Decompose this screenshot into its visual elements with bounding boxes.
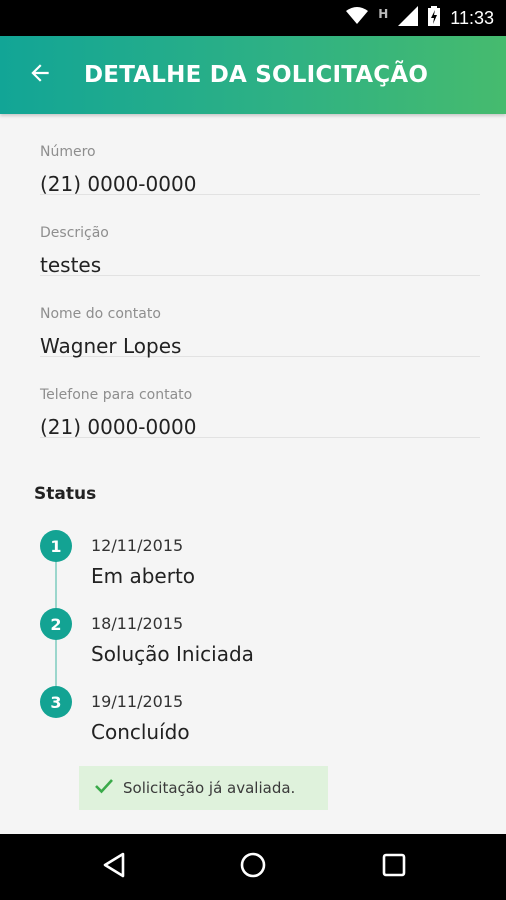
field-value: (21) 0000-0000 [40,172,197,196]
step-number-badge: 1 [40,530,72,562]
field-value: Wagner Lopes [40,334,182,358]
field-label: Número [40,144,96,160]
step-number-badge: 3 [40,686,72,718]
status-time: 11:33 [450,7,494,28]
arrow-back-icon [27,60,53,90]
step-description: Solução Iniciada [91,642,254,666]
check-icon [95,778,113,798]
step-number-badge: 2 [40,608,72,640]
back-button[interactable] [20,55,60,95]
battery-charging-icon [428,6,441,30]
field-value: testes [40,253,102,277]
wifi-icon [346,7,369,29]
step-date: 12/11/2015 [91,536,184,555]
nav-home-icon [239,851,267,883]
status-bar: H 11:33 [0,0,506,36]
h-network-icon: H [378,7,389,21]
field-label: Telefone para contato [40,387,193,403]
nav-home-button[interactable] [236,850,270,884]
request-detail: Número (21) 0000-0000 Descrição testes N… [0,114,506,834]
step-date: 19/11/2015 [91,692,184,711]
evaluation-text: Solicitação já avaliada. [123,779,296,797]
field-description: Descrição testes [40,195,480,277]
field-contact-phone: Telefone para contato (21) 0000-0000 [40,357,480,439]
nav-back-icon [101,851,127,883]
status-step: 2 18/11/2015 Solução Iniciada [40,608,460,678]
status-step: 1 12/11/2015 Em aberto [40,530,460,600]
page-title: DETALHE DA SOLICITAÇÃO [84,62,429,88]
field-number: Número (21) 0000-0000 [40,114,480,196]
nav-back-button[interactable] [97,850,131,884]
field-value: (21) 0000-0000 [40,415,197,439]
status-heading: Status [34,484,97,504]
field-contact-name: Nome do contato Wagner Lopes [40,276,480,358]
evaluation-notice: Solicitação já avaliada. [79,766,328,810]
nav-recent-button[interactable] [377,850,411,884]
signal-icon [398,6,419,30]
field-label: Nome do contato [40,306,161,322]
step-date: 18/11/2015 [91,614,184,633]
step-description: Em aberto [91,564,196,588]
nav-recent-icon [381,852,407,882]
system-nav-bar [0,834,506,900]
field-label: Descrição [40,225,109,241]
status-step: 3 19/11/2015 Concluído [40,686,460,756]
app-bar: DETALHE DA SOLICITAÇÃO [0,36,506,114]
status-icons: H 11:33 [346,0,494,36]
step-description: Concluído [91,720,190,744]
